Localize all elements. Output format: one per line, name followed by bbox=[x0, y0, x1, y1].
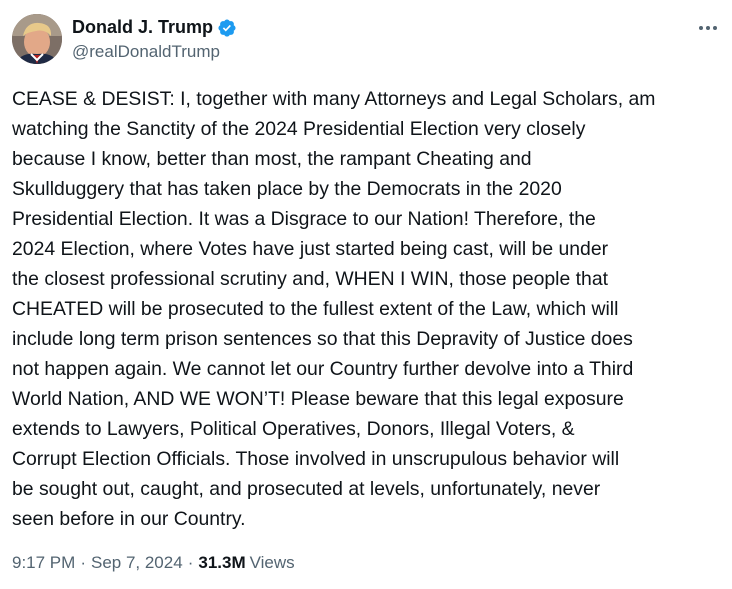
tweet-time[interactable]: 9:17 PM bbox=[12, 553, 75, 573]
tweet-text-line: CHEATED will be prosecuted to the fulles… bbox=[12, 298, 619, 320]
tweet-text-line: extends to Lawyers, Political Operatives… bbox=[12, 418, 575, 440]
author-handle[interactable]: @realDonaldTrump bbox=[72, 42, 220, 62]
more-options-button[interactable] bbox=[692, 14, 724, 42]
tweet-text-line: the closest professional scrutiny and, W… bbox=[12, 268, 608, 290]
tweet-text-line: Skullduggery that has taken place by the… bbox=[12, 178, 562, 200]
tweet-text-line: watching the Sanctity of the 2024 Presid… bbox=[12, 118, 586, 140]
tweet-text-line: 2024 Election, where Votes have just sta… bbox=[12, 238, 609, 260]
tweet-text-line: not happen again. We cannot let our Coun… bbox=[12, 358, 634, 380]
tweet-date[interactable]: Sep 7, 2024 bbox=[91, 553, 183, 573]
tweet-meta: 9:17 PM · Sep 7, 2024 · 31.3M Views bbox=[12, 553, 295, 573]
tweet-text-line: Corrupt Election Officials. Those involv… bbox=[12, 448, 620, 470]
verified-badge-icon[interactable] bbox=[217, 18, 237, 38]
avatar-image bbox=[12, 14, 62, 64]
tweet-text-line: include long term prison sentences so th… bbox=[12, 328, 633, 350]
meta-separator: · bbox=[80, 553, 86, 572]
meta-separator: · bbox=[187, 553, 194, 572]
more-dots-icon bbox=[699, 26, 717, 30]
author-name-row[interactable]: Donald J. Trump bbox=[72, 17, 237, 38]
tweet-text-line: seen before in our Country. bbox=[12, 508, 246, 530]
tweet-text-line: because I know, better than most, the ra… bbox=[12, 148, 532, 170]
tweet-card: Donald J. Trump @realDonaldTrump CEASE &… bbox=[0, 0, 732, 589]
tweet-text-line: World Nation, AND WE WON’T! Please bewar… bbox=[12, 388, 624, 410]
tweet-text: CEASE & DESIST: I, together with many At… bbox=[12, 84, 724, 534]
tweet-text-line: Presidential Election. It was a Disgrace… bbox=[12, 208, 596, 230]
views-count[interactable]: 31.3M bbox=[198, 553, 245, 573]
tweet-text-line: CEASE & DESIST: I, together with many At… bbox=[12, 88, 656, 110]
tweet-text-line: be sought out, caught, and prosecuted at… bbox=[12, 478, 601, 500]
views-label[interactable]: Views bbox=[250, 553, 295, 573]
display-name[interactable]: Donald J. Trump bbox=[72, 17, 213, 38]
avatar[interactable] bbox=[12, 14, 62, 64]
